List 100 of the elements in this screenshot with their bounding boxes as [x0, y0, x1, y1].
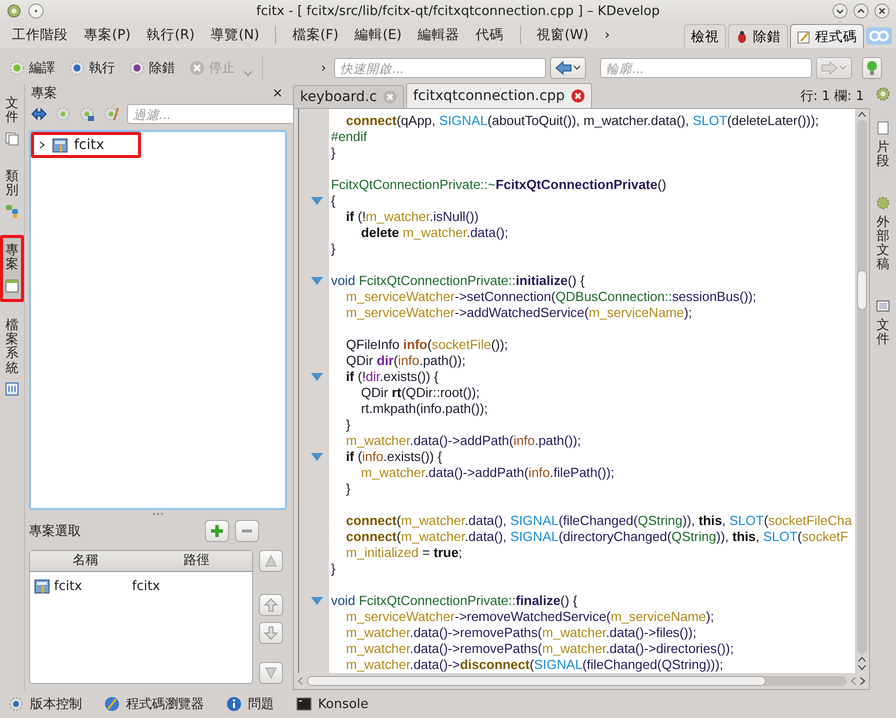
column-header[interactable]: 路徑: [141, 551, 252, 571]
horizontal-scrollbar[interactable]: [294, 673, 869, 689]
outline-field[interactable]: 輪廓...: [600, 58, 812, 78]
code-line: m_serviceWatcher->addWatchedService(m_serviceName);: [346, 305, 692, 321]
double-arrow-icon[interactable]: [31, 106, 47, 122]
plus-icon: [210, 524, 224, 538]
editor-tab[interactable]: fcitxqtconnection.cpp: [406, 83, 592, 108]
fold-marker-icon[interactable]: [311, 453, 323, 461]
add-button[interactable]: [205, 520, 229, 542]
fold-marker-icon[interactable]: [311, 197, 323, 205]
stop-icon: [189, 60, 205, 76]
columns-icon: [5, 382, 19, 396]
dock-tab[interactable]: 片段: [873, 114, 893, 177]
menu-item[interactable]: ›: [596, 25, 618, 45]
code-line: if (!dir.exists()) {: [346, 369, 438, 385]
menu-item[interactable]: 執行(R): [138, 24, 203, 46]
dock-tab[interactable]: 專案: [0, 235, 24, 302]
scroll-down-icon[interactable]: [858, 665, 866, 670]
status-bar-tool[interactable]: 程式碼瀏覽器: [100, 693, 208, 715]
code-line: connect(qApp, SIGNAL(aboutToQuit()), m_watcher.data(), SLOT(deleteLater()));: [346, 113, 819, 129]
fold-marker-icon[interactable]: [311, 597, 323, 605]
minimize-icon[interactable]: [832, 3, 848, 19]
toolbar-button[interactable]: 執行: [64, 57, 120, 79]
triangle-down-icon: [264, 666, 278, 680]
menu-item[interactable]: 導覽(N): [202, 24, 268, 46]
code-line: FcitxQtConnectionPrivate::~FcitxQtConnectionPrivate(): [331, 177, 666, 193]
dock-tab[interactable]: 類別: [2, 162, 22, 226]
close-icon[interactable]: [874, 3, 890, 19]
column-header[interactable]: 名稱: [30, 551, 141, 571]
editor-tab[interactable]: keyboard.c: [293, 85, 404, 108]
status-bar-tool[interactable]: 版本控制: [4, 693, 86, 715]
chain-icon[interactable]: [866, 27, 892, 45]
code-line: m_serviceWatcher->removeWatchedService(m_serviceName);: [346, 609, 714, 625]
lightbulb-button[interactable]: [862, 57, 882, 79]
section-title: 專案選取: [29, 523, 82, 540]
scrollbar-thumb[interactable]: [857, 270, 867, 310]
code-line: {: [331, 193, 336, 209]
scroll-up-icon[interactable]: [858, 657, 866, 662]
window-title: fcitx - [ fcitx/src/lib/fcitx-qt/fcitxqtconnection.cpp ] – KDevelop: [255, 4, 661, 18]
move-down-button[interactable]: [259, 622, 283, 644]
maximize-icon[interactable]: [853, 3, 869, 19]
close-icon[interactable]: [570, 89, 585, 103]
menu-item[interactable]: 代碼: [468, 24, 512, 46]
code-line: m_watcher.data()->removePaths(m_watcher.data()->directories());: [346, 641, 734, 657]
code-line: m_watcher.data()->disconnect(SIGNAL(fileChanged(QString)));: [346, 657, 724, 673]
fold-marker-icon[interactable]: [311, 277, 323, 285]
caret-icon[interactable]: [244, 70, 252, 76]
triangle-up-icon: [264, 554, 278, 568]
remove-button[interactable]: [235, 520, 259, 542]
area-tab[interactable]: 檢視: [684, 24, 726, 48]
code-line: }: [331, 241, 336, 257]
tree-item[interactable]: fcitx: [31, 132, 142, 158]
move-top-button[interactable]: [259, 550, 283, 572]
page-icon: [876, 121, 890, 135]
terminal-icon: [296, 696, 312, 712]
code-line: void FcitxQtConnectionPrivate::initialize() {: [331, 273, 585, 289]
toolbar-button[interactable]: 編譯: [4, 57, 60, 79]
menu-item[interactable]: 編輯(E): [346, 24, 410, 46]
area-tab[interactable]: 除錯: [728, 24, 788, 48]
area-tab[interactable]: 程式碼: [790, 24, 864, 48]
vertical-scrollbar[interactable]: [855, 109, 869, 673]
scroll-up-icon[interactable]: [858, 112, 866, 117]
dock-tab[interactable]: 文件: [2, 90, 22, 153]
dock-tab[interactable]: 檔案系統: [2, 312, 22, 403]
menu-item[interactable]: 專案(P): [76, 24, 139, 46]
pin-button-icon[interactable]: [28, 3, 44, 19]
splitter-handle-icon[interactable]: [153, 513, 163, 515]
menu-item[interactable]: 編輯器: [410, 24, 468, 46]
code-line: }: [331, 561, 336, 577]
menu-item[interactable]: 工作階段: [4, 24, 76, 46]
close-button[interactable]: ×: [272, 86, 287, 100]
back-button[interactable]: [550, 57, 586, 79]
code-line: connect(m_watcher.data(), SIGNAL(fileChanged(QString)), this, SLOT(socketFileCha: [346, 513, 852, 529]
menu-item[interactable]: 檔案(F): [284, 24, 347, 46]
dock-tab[interactable]: 文件: [873, 292, 893, 354]
status-bar-tool[interactable]: Konsole: [292, 694, 372, 714]
filter-field[interactable]: 過濾...: [127, 104, 295, 124]
dock-tab[interactable]: 外部文稿: [873, 188, 893, 280]
code-line: #endif: [331, 129, 367, 145]
right-arrow-icon: [820, 60, 848, 76]
overflow-button[interactable]: ›: [317, 60, 330, 76]
project-icon: [52, 137, 68, 153]
code-line: rt.mkpath(info.path());: [361, 401, 488, 417]
fold-marker-icon[interactable]: [311, 373, 323, 381]
move-bottom-button[interactable]: [259, 662, 283, 684]
move-up-button[interactable]: [259, 594, 283, 616]
window-icon: [5, 278, 19, 293]
scroll-right-icon[interactable]: [860, 677, 865, 685]
down-arrow-icon: [264, 626, 278, 640]
status-bar-tool[interactable]: 問題: [222, 693, 278, 715]
scrollbar-thumb[interactable]: [307, 676, 766, 686]
code-line: void FcitxQtConnectionPrivate::finalize() {: [331, 593, 578, 609]
quick-open-field[interactable]: 快速開啟...: [334, 58, 546, 78]
scroll-left-icon[interactable]: [298, 677, 303, 685]
toolbar-button[interactable]: 除錯: [124, 57, 180, 79]
menu-item[interactable]: 視窗(W): [528, 24, 597, 46]
code-line: QDir rt(QDir::root());: [361, 385, 480, 401]
expander-icon[interactable]: [38, 141, 46, 149]
cursor-position: 行: 1 欄: 1: [800, 88, 865, 105]
code-line: connect(m_watcher.data(), SIGNAL(directoryChanged(QString)), this, SLOT(socketF: [346, 529, 848, 545]
